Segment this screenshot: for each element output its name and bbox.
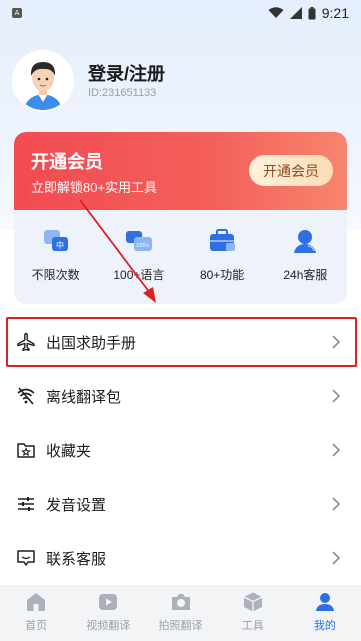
avatar-illustration [14,52,72,110]
clock: 9:21 [321,5,349,21]
vip-banner[interactable]: 开通会员 立即解锁80+实用工具 开通会员 [14,132,347,210]
camera-icon [171,594,190,610]
wifi-icon [268,7,284,18]
nav-home[interactable]: 首页 [0,585,72,641]
nav-mine[interactable]: 我的 [289,585,361,641]
nav-label: 工具 [241,620,264,632]
vip-subtitle: 立即解锁80+实用工具 [31,180,158,195]
sliders-icon [18,497,34,511]
menu-item-pronunciation[interactable]: 发音设置 [0,478,361,530]
benefit-languages: 100+ 100+语言 [97,222,180,294]
box-icon [243,592,263,612]
support-icon [294,230,317,253]
app-notification-icon: A [12,8,22,18]
benefit-support: 24h客服 [264,222,347,294]
chat-icon [17,550,35,566]
menu-item-offline-pack[interactable]: 离线翻译包 [0,370,361,422]
language-icon: 100+ [125,231,152,251]
toolbox-icon [210,229,236,251]
signal-icon [289,7,302,19]
svg-text:中: 中 [56,240,64,250]
nav-label: 视频翻译 [86,620,131,632]
star-folder-icon [17,443,35,458]
nav-label: 拍照翻译 [158,620,203,632]
chevron-right-icon [332,443,341,457]
menu-label: 发音设置 [46,496,107,514]
home-icon [27,593,46,611]
benefit-label: 不限次数 [31,268,80,282]
nav-label: 首页 [25,620,48,632]
menu-label: 联系客服 [46,550,107,568]
nav-tools[interactable]: 工具 [217,585,289,641]
video-icon [99,594,118,610]
status-bar: A 9:21 [0,0,361,26]
avatar[interactable] [14,52,72,110]
nav-label: 我的 [313,620,336,632]
menu-label: 离线翻译包 [46,388,122,406]
vip-title: 开通会员 [31,152,103,172]
nav-video-translate[interactable]: 视频翻译 [72,585,144,641]
menu-label: 收藏夹 [46,442,92,460]
open-vip-button[interactable]: 开通会员 [249,155,333,186]
translate-icon: 中 [43,230,68,251]
menu-item-favorites[interactable]: 收藏夹 [0,424,361,476]
offline-wifi-icon [17,387,35,405]
benefit-unlimited: 中 不限次数 [14,222,97,294]
menu-item-contact-support[interactable]: 联系客服 [0,532,361,584]
chevron-right-icon [332,497,341,511]
chevron-right-icon [332,389,341,403]
benefit-features: 80+功能 [181,222,264,294]
benefit-label: 100+语言 [113,268,165,282]
benefit-label: 80+功能 [199,268,245,282]
vip-card: 开通会员 立即解锁80+实用工具 开通会员 中 不限次数 100+ 100+语言 [14,132,347,304]
person-icon [315,593,334,611]
nav-photo-translate[interactable]: 拍照翻译 [144,585,216,641]
chevron-right-icon [332,551,341,565]
svg-text:100+: 100+ [136,243,150,249]
battery-icon [308,6,316,19]
benefit-label: 24h客服 [283,268,328,282]
highlight-annotation-box [6,317,357,367]
vip-benefits: 中 不限次数 100+ 100+语言 80+功能 24h客服 [14,222,347,294]
bottom-navigation: 首页 视频翻译 拍照翻译 工具 我的 [0,585,361,641]
login-register-link[interactable]: 登录/注册 [88,60,165,86]
user-id: ID:231651133 [88,87,157,99]
